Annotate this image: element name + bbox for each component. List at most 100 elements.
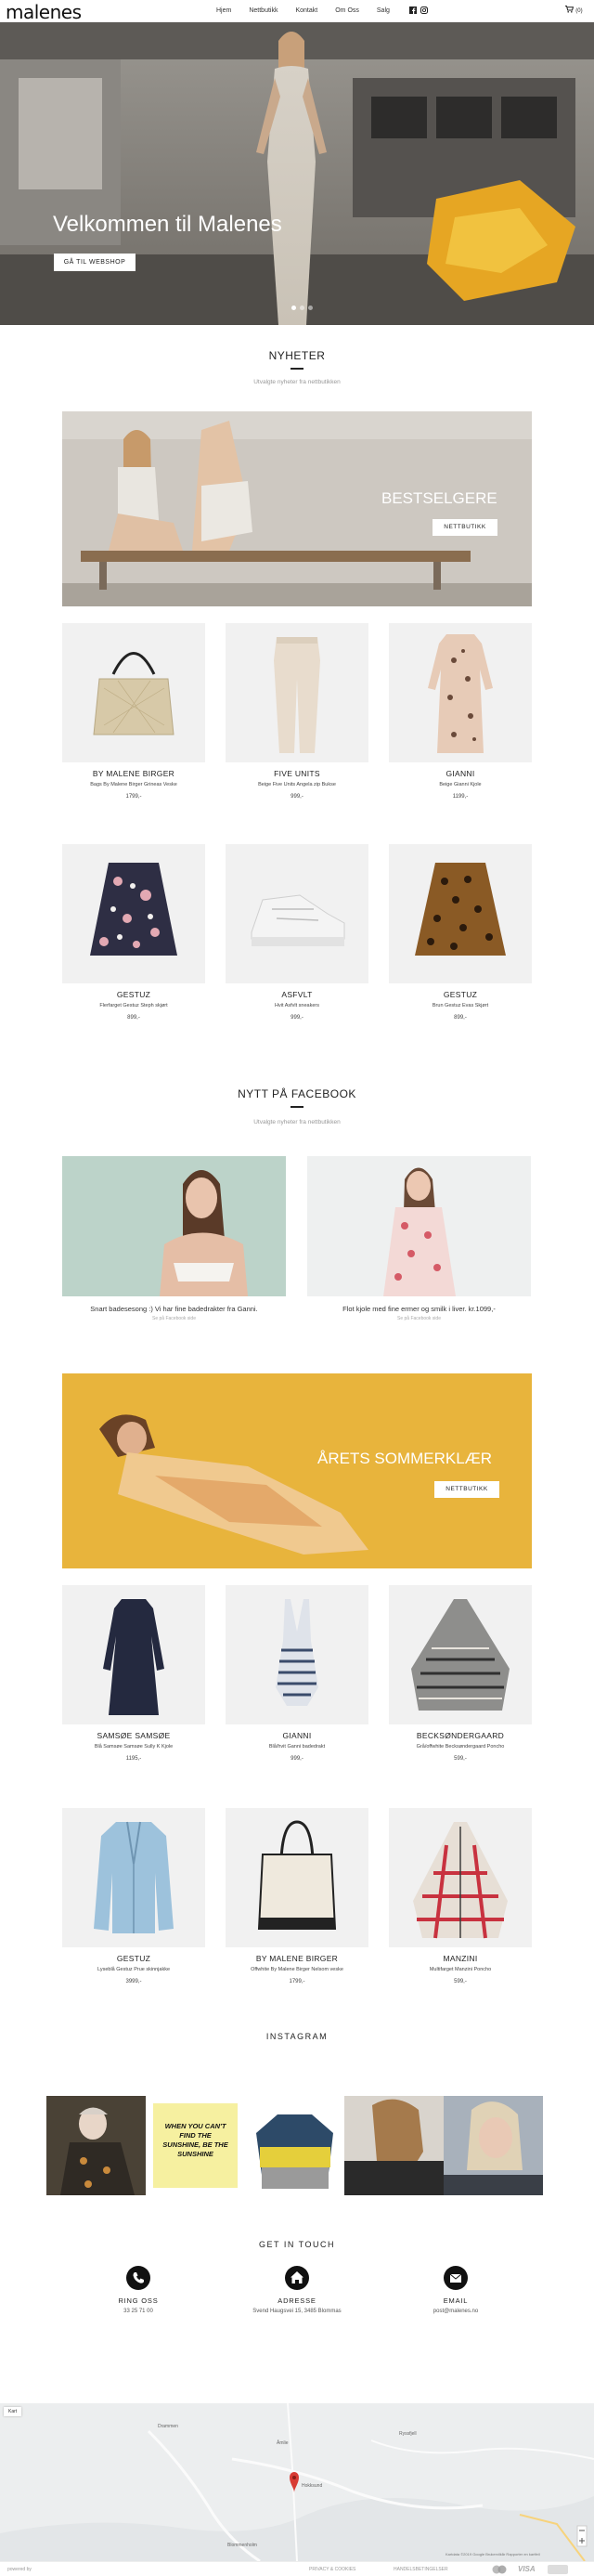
contact-address-value[interactable]: Svend Haugsvei 15, 3485 Blommas bbox=[241, 2309, 353, 2314]
product-price: 999,- bbox=[291, 1756, 303, 1762]
site-header: malenes Hjem Nettbutikk Kontakt Om Oss S… bbox=[0, 0, 594, 23]
instagram-image[interactable] bbox=[46, 2096, 146, 2195]
bestsellers-banner[interactable]: BESTSELGERE NETTBUTIKK bbox=[62, 411, 532, 606]
contact-phone-title: RING OSS bbox=[118, 2296, 159, 2305]
plaid-poncho-image bbox=[413, 1822, 508, 1939]
instagram-title: INSTAGRAM bbox=[265, 2032, 329, 2041]
product-brand: GIANNI bbox=[282, 1731, 312, 1740]
footer-powered-by[interactable]: powered by bbox=[7, 2567, 32, 2572]
product-image[interactable] bbox=[389, 844, 532, 983]
map-label: Drammen bbox=[158, 2424, 178, 2429]
logo[interactable]: malenes bbox=[6, 1, 82, 23]
facebook-title: NYTT PÅ FACEBOOK bbox=[238, 1087, 356, 1100]
product-image[interactable] bbox=[389, 623, 532, 762]
facebook-post-text: Flot kjole med fine ermer og smilk i liv… bbox=[342, 1305, 496, 1313]
product-brand: FIVE UNITS bbox=[274, 769, 320, 778]
product-image[interactable] bbox=[62, 623, 205, 762]
hero-image bbox=[0, 22, 594, 325]
product-image[interactable] bbox=[62, 1585, 205, 1724]
product-image[interactable] bbox=[62, 1808, 205, 1947]
nav-item-salg[interactable]: Salg bbox=[377, 7, 390, 14]
product-image[interactable] bbox=[226, 1808, 368, 1947]
product-image[interactable] bbox=[389, 1808, 532, 1947]
nav-item-kontakt[interactable]: Kontakt bbox=[295, 7, 317, 14]
footer-privacy-link[interactable]: PRIVACY & COOKIES bbox=[309, 2567, 355, 2572]
instagram-icon[interactable] bbox=[420, 7, 428, 14]
instagram-image[interactable]: WHEN YOU CAN'T FIND THE SUNSHINE, BE THE… bbox=[146, 2096, 245, 2195]
news-subtitle: Utvalgte nyheter fra nettbutikken bbox=[253, 379, 341, 385]
bestsellers-button[interactable]: NETTBUTIKK bbox=[433, 519, 497, 536]
map-type-button[interactable]: Kart bbox=[4, 2407, 22, 2416]
facebook-subtitle: Utvalgte nyheter fra nettbutikken bbox=[253, 1119, 341, 1125]
banner-image bbox=[62, 411, 532, 606]
hero-title: Velkommen til Malenes bbox=[53, 212, 282, 237]
product-price: 1799,- bbox=[125, 794, 142, 800]
footer-terms-link[interactable]: HANDELSBETINGELSER bbox=[394, 2567, 448, 2572]
nav-item-hjem[interactable]: Hjem bbox=[216, 7, 231, 14]
contact-email-value[interactable]: post@malenes.no bbox=[400, 2309, 511, 2314]
cart-link[interactable]: (0) bbox=[565, 6, 583, 14]
google-map[interactable]: Kart Drammen Åmlie Hokksund Ryssfjell Bl… bbox=[0, 2403, 594, 2561]
product-name: Flerfarget Gestuz Steph skjørt bbox=[99, 1003, 168, 1008]
sneaker-image bbox=[251, 894, 345, 946]
map-label: Blommenholm bbox=[227, 2543, 257, 2548]
map-label: Åmlie bbox=[277, 2440, 289, 2446]
instagram-image[interactable] bbox=[245, 2096, 344, 2195]
summer-title: ÅRETS SOMMERKLÆR bbox=[317, 1450, 492, 1467]
facebook-icon[interactable] bbox=[409, 7, 417, 14]
facebook-post-image[interactable] bbox=[307, 1156, 531, 1296]
contact-phone-value[interactable]: 33 25 71 00 bbox=[83, 2309, 194, 2314]
map-canvas[interactable] bbox=[0, 2403, 594, 2561]
contact-address-title: ADRESSE bbox=[278, 2296, 316, 2305]
product-image[interactable] bbox=[226, 1585, 368, 1724]
visa-icon: VISA bbox=[518, 2565, 536, 2573]
instagram-image[interactable] bbox=[344, 2096, 444, 2195]
product-price: 599,- bbox=[454, 1979, 467, 1984]
product-brand: GESTUZ bbox=[116, 1954, 151, 1963]
product-name: Blå Samsøe Samsøe Sully K Kjole bbox=[94, 1744, 174, 1750]
dress-image bbox=[428, 634, 493, 753]
instagram-image[interactable] bbox=[444, 2096, 543, 2195]
floral-dress-model-image bbox=[307, 1156, 531, 1296]
slider-dot[interactable] bbox=[291, 306, 296, 310]
pants-image bbox=[274, 637, 320, 753]
map-label: Hokksund bbox=[302, 2483, 323, 2489]
webshop-button[interactable]: GÅ TIL WEBSHOP bbox=[54, 254, 136, 271]
summer-button[interactable]: NETTBUTIKK bbox=[434, 1481, 499, 1498]
map-attribution[interactable]: Kartdata ©2019 Google Brukervilkår Rappo… bbox=[446, 2552, 540, 2556]
product-name: Brun Gestuz Evas Skjørt bbox=[432, 1003, 489, 1008]
facebook-post-image[interactable] bbox=[62, 1156, 286, 1296]
slider-dot[interactable] bbox=[308, 306, 313, 310]
skirt-image bbox=[90, 863, 177, 956]
facebook-post-link[interactable]: Se på Facebook side bbox=[62, 1316, 286, 1321]
product-name: Beige Gianni Kjole bbox=[439, 782, 482, 787]
payment-provider-icon bbox=[548, 2565, 568, 2574]
product-price: 599,- bbox=[454, 1756, 467, 1762]
instagram-quote: WHEN YOU CAN'T FIND THE SUNSHINE, BE THE… bbox=[162, 2122, 228, 2158]
news-title: NYHETER bbox=[268, 349, 326, 362]
hero-slider: Velkommen til Malenes GÅ TIL WEBSHOP bbox=[0, 22, 594, 325]
nav-item-om-oss[interactable]: Om Oss bbox=[335, 7, 359, 14]
product-price: 1799,- bbox=[289, 1979, 305, 1984]
product-image[interactable] bbox=[62, 844, 205, 983]
leather-jacket-image bbox=[94, 1821, 174, 1933]
section-divider bbox=[291, 368, 303, 370]
home-icon bbox=[285, 2266, 309, 2290]
poncho-image bbox=[411, 1599, 510, 1711]
summer-banner[interactable]: ÅRETS SOMMERKLÆR NETTBUTIKK bbox=[62, 1373, 532, 1568]
navy-dress-image bbox=[103, 1599, 164, 1715]
bag-image bbox=[93, 652, 174, 735]
section-divider bbox=[291, 1106, 303, 1108]
leopard-skirt-image bbox=[415, 863, 506, 956]
product-image[interactable] bbox=[389, 1585, 532, 1724]
product-brand: SAMSØE SAMSØE bbox=[97, 1731, 171, 1740]
product-name: Offwhite By Malene Birger Nelsom veske bbox=[251, 1967, 343, 1972]
product-name: Hvit Asfvlt sneakers bbox=[275, 1003, 319, 1008]
product-image[interactable] bbox=[226, 844, 368, 983]
slider-dot[interactable] bbox=[300, 306, 304, 310]
product-image[interactable] bbox=[226, 623, 368, 762]
nav-item-nettbutikk[interactable]: Nettbutikk bbox=[249, 7, 278, 14]
instagram-selfie-photo bbox=[444, 2096, 543, 2195]
swimwear-model-image bbox=[62, 1156, 286, 1296]
facebook-post-link[interactable]: Se på Facebook side bbox=[307, 1316, 531, 1321]
